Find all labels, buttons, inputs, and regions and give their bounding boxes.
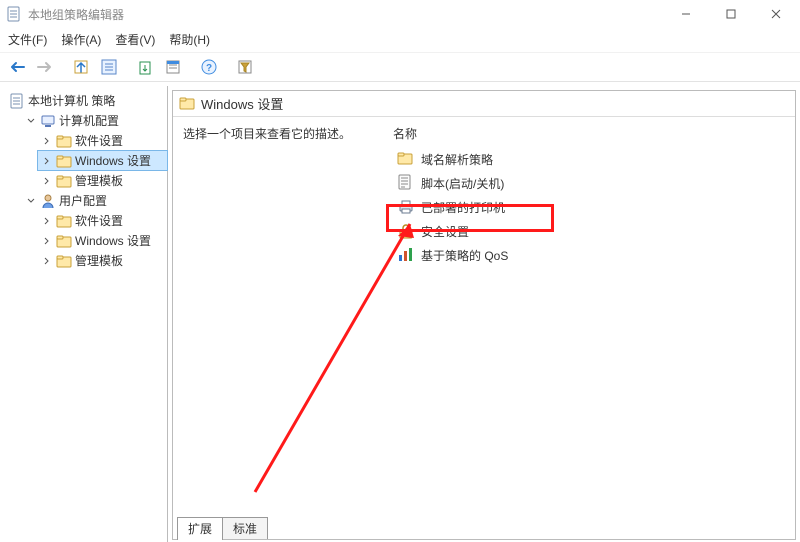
app-icon: [6, 6, 22, 22]
list-item-printers[interactable]: 已部署的打印机: [393, 196, 785, 218]
lock-icon: [397, 222, 415, 240]
tree-user-software[interactable]: 软件设置: [38, 211, 167, 230]
properties-button[interactable]: [161, 55, 185, 79]
tree-comp-templates[interactable]: 管理模板: [38, 171, 167, 190]
maximize-button[interactable]: [708, 0, 753, 28]
folder-icon: [56, 213, 72, 229]
tree-comp-software[interactable]: 软件设置: [38, 131, 167, 150]
column-header-name[interactable]: 名称: [393, 125, 785, 142]
expand-icon[interactable]: [25, 115, 37, 127]
menu-file[interactable]: 文件(F): [8, 31, 47, 48]
tree-pane: 本地计算机 策略 计算机配置: [0, 86, 168, 542]
tree-computer-config[interactable]: 计算机配置: [22, 111, 167, 130]
expand-icon[interactable]: [41, 155, 53, 167]
minimize-button[interactable]: [663, 0, 708, 28]
list-item-scripts[interactable]: 脚本(启动/关机): [393, 172, 785, 194]
item-label: 基于策略的 QoS: [421, 247, 508, 264]
show-hide-tree-button[interactable]: [97, 55, 121, 79]
tabstrip: 扩展 标准: [173, 515, 795, 539]
window-title: 本地组策略编辑器: [28, 6, 663, 23]
menu-help[interactable]: 帮助(H): [169, 31, 210, 48]
back-button[interactable]: [5, 55, 29, 79]
menu-action[interactable]: 操作(A): [61, 31, 101, 48]
expand-icon[interactable]: [41, 215, 53, 227]
item-label: 已部署的打印机: [421, 199, 505, 216]
titlebar: 本地组策略编辑器: [0, 0, 800, 28]
tree-user-config[interactable]: 用户配置: [22, 191, 167, 210]
help-button[interactable]: [197, 55, 221, 79]
folder-icon: [56, 173, 72, 189]
item-label: 脚本(启动/关机): [421, 175, 504, 192]
folder-icon: [56, 233, 72, 249]
folder-icon: [179, 96, 195, 112]
expand-icon[interactable]: [41, 175, 53, 187]
menubar: 文件(F) 操作(A) 查看(V) 帮助(H): [0, 28, 800, 52]
up-button[interactable]: [69, 55, 93, 79]
tree-user-windows[interactable]: Windows 设置: [38, 231, 167, 250]
printer-icon: [397, 198, 415, 216]
panel-heading: Windows 设置: [173, 91, 795, 117]
tree-user-templates[interactable]: 管理模板: [38, 251, 167, 270]
doc-icon: [9, 93, 25, 109]
expand-icon[interactable]: [41, 255, 53, 267]
qos-icon: [397, 246, 415, 264]
tree-comp-windows[interactable]: Windows 设置: [38, 151, 167, 170]
expand-icon[interactable]: [41, 135, 53, 147]
forward-button[interactable]: [33, 55, 57, 79]
expand-icon[interactable]: [41, 235, 53, 247]
script-icon: [397, 174, 415, 192]
computer-icon: [40, 113, 56, 129]
list-item-dns[interactable]: 域名解析策略: [393, 148, 785, 170]
folder-icon: [56, 253, 72, 269]
folder-icon: [397, 150, 415, 168]
description-prompt: 选择一个项目来查看它的描述。: [183, 125, 373, 142]
item-label: 安全设置: [421, 223, 469, 240]
panel-title: Windows 设置: [201, 94, 283, 113]
list-item-qos[interactable]: 基于策略的 QoS: [393, 244, 785, 266]
expand-icon[interactable]: [25, 195, 37, 207]
item-label: 域名解析策略: [421, 151, 493, 168]
export-list-button[interactable]: [133, 55, 157, 79]
tab-extended[interactable]: 扩展: [177, 517, 223, 540]
menu-view[interactable]: 查看(V): [115, 31, 155, 48]
folder-icon: [56, 153, 72, 169]
tree-root[interactable]: 本地计算机 策略: [6, 91, 167, 110]
close-button[interactable]: [753, 0, 798, 28]
folder-icon: [56, 133, 72, 149]
right-pane: Windows 设置 选择一个项目来查看它的描述。 名称 域名解析策略: [168, 86, 800, 542]
user-icon: [40, 193, 56, 209]
content-split: 本地计算机 策略 计算机配置: [0, 86, 800, 542]
tab-standard[interactable]: 标准: [222, 517, 268, 539]
filter-button[interactable]: [233, 55, 257, 79]
list-item-security[interactable]: 安全设置: [393, 220, 785, 242]
toolbar: [0, 52, 800, 82]
